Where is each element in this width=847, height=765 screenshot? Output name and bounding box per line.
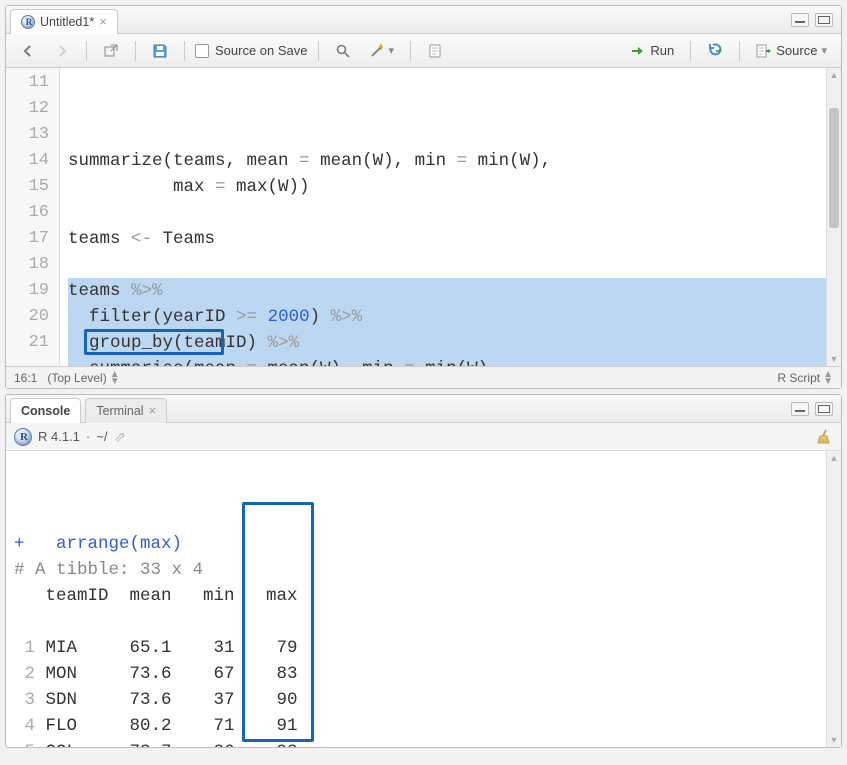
separator — [135, 41, 136, 61]
notebook-icon — [427, 43, 443, 59]
code-line[interactable]: teams <- Teams — [68, 226, 826, 252]
find-button[interactable] — [329, 40, 357, 62]
console-tab[interactable]: Console — [10, 398, 81, 423]
separator — [318, 41, 319, 61]
terminal-tab-label: Terminal — [96, 404, 143, 418]
scope-selector[interactable]: (Top Level) ▲▼ — [47, 371, 119, 385]
run-button[interactable]: Run — [624, 40, 680, 62]
separator — [690, 41, 691, 61]
separator — [184, 41, 185, 61]
console-line: 4 FLO 80.2 71 91 — [14, 713, 826, 739]
code-tools-button[interactable]: ▾ — [363, 40, 401, 62]
source-button[interactable]: Source ▾ — [750, 40, 833, 62]
console-subheader: R 4.1.1 · ~/ ⇗ — [6, 423, 841, 451]
source-tab-bar: Untitled1* × — [6, 6, 841, 34]
editor-scrollbar[interactable]: ▼ ▲ — [826, 68, 841, 366]
code-line[interactable]: filter(yearID >= 2000) %>% — [68, 304, 826, 330]
scrollbar-thumb[interactable] — [829, 108, 839, 228]
code-line[interactable]: max = max(W)) — [68, 174, 826, 200]
save-button[interactable] — [146, 40, 174, 62]
maximize-pane-icon[interactable] — [815, 13, 833, 27]
code-line[interactable]: group_by(teamID) %>% — [68, 330, 826, 356]
source-icon — [756, 43, 772, 59]
share-icon[interactable]: ⇗ — [113, 428, 126, 446]
minimize-pane-icon[interactable] — [791, 402, 809, 416]
console-output[interactable]: + arrange(max)# A tibble: 33 x 4 teamID … — [6, 451, 826, 747]
save-icon — [152, 43, 168, 59]
clear-console-icon[interactable] — [815, 428, 833, 446]
wd-separator: · — [86, 429, 90, 444]
search-icon — [335, 43, 351, 59]
cursor-position: 16:1 — [14, 371, 37, 385]
console-line: 1 MIA 65.1 31 79 — [14, 635, 826, 661]
source-button-label: Source — [776, 43, 817, 58]
rerun-icon — [707, 43, 723, 59]
close-tab-icon[interactable]: × — [99, 14, 107, 29]
console-tab-label: Console — [21, 404, 70, 418]
scope-label: (Top Level) — [47, 371, 106, 385]
code-line[interactable] — [68, 252, 826, 278]
terminal-tab[interactable]: Terminal × — [85, 398, 167, 423]
console-tab-bar: Console Terminal × — [6, 395, 841, 423]
forward-button[interactable] — [48, 40, 76, 62]
close-tab-icon[interactable]: × — [149, 403, 157, 418]
separator — [86, 41, 87, 61]
minimize-pane-icon[interactable] — [791, 13, 809, 27]
rerun-button[interactable] — [701, 40, 729, 62]
console-line: teamID mean min max — [14, 583, 826, 609]
source-toolbar: Source on Save ▾ Run Source ▾ — [6, 34, 841, 68]
run-icon — [630, 43, 646, 59]
back-button[interactable] — [14, 40, 42, 62]
source-pane: Untitled1* × Source on Save — [5, 5, 842, 389]
r-version-label: R 4.1.1 — [38, 429, 80, 444]
popout-icon — [103, 43, 119, 59]
sort-icon: ▲▼ — [110, 371, 120, 385]
file-type-label: R Script — [777, 371, 820, 385]
r-logo-icon — [14, 428, 32, 446]
console-line: 3 SDN 73.6 37 90 — [14, 687, 826, 713]
source-on-save-checkbox[interactable] — [195, 44, 209, 58]
line-gutter: 1112131415161718192021 — [6, 68, 60, 366]
compile-report-button[interactable] — [421, 40, 449, 62]
separator — [739, 41, 740, 61]
code-line[interactable]: summarize(teams, mean = mean(W), min = m… — [68, 148, 826, 174]
r-file-icon — [21, 15, 35, 29]
code-editor[interactable]: 1112131415161718192021 summarize(teams, … — [6, 68, 841, 366]
wand-icon — [369, 43, 385, 59]
code-line[interactable]: summarise(mean = mean(W), min = min(W), — [68, 356, 826, 366]
source-on-save-label: Source on Save — [215, 43, 308, 58]
code-line[interactable]: teams %>% — [68, 278, 826, 304]
console-line: 2 MON 73.6 67 83 — [14, 661, 826, 687]
source-tab-title: Untitled1* — [40, 15, 94, 29]
code-area[interactable]: summarize(teams, mean = mean(W), min = m… — [60, 68, 826, 366]
maximize-pane-icon[interactable] — [815, 402, 833, 416]
console-line: 5 COL 73.7 26 92 — [14, 739, 826, 747]
sort-icon: ▲▼ — [823, 371, 833, 385]
console-line: # A tibble: 33 x 4 — [14, 557, 826, 583]
run-label: Run — [650, 43, 674, 58]
code-line[interactable] — [68, 200, 826, 226]
console-scrollbar[interactable]: ▲ ▼ — [826, 451, 841, 747]
show-in-new-window-button[interactable] — [97, 40, 125, 62]
console-line: + arrange(max) — [14, 531, 826, 557]
console-line — [14, 609, 826, 635]
working-directory: ~/ — [96, 429, 107, 444]
source-tab[interactable]: Untitled1* × — [10, 9, 118, 34]
arrow-right-icon — [54, 43, 70, 59]
source-status-bar: 16:1 (Top Level) ▲▼ R Script ▲▼ — [6, 366, 841, 388]
console-pane: Console Terminal × R 4.1.1 · ~/ ⇗ + arra… — [5, 394, 842, 748]
file-type-selector[interactable]: R Script ▲▼ — [777, 371, 833, 385]
separator — [410, 41, 411, 61]
arrow-left-icon — [20, 43, 36, 59]
